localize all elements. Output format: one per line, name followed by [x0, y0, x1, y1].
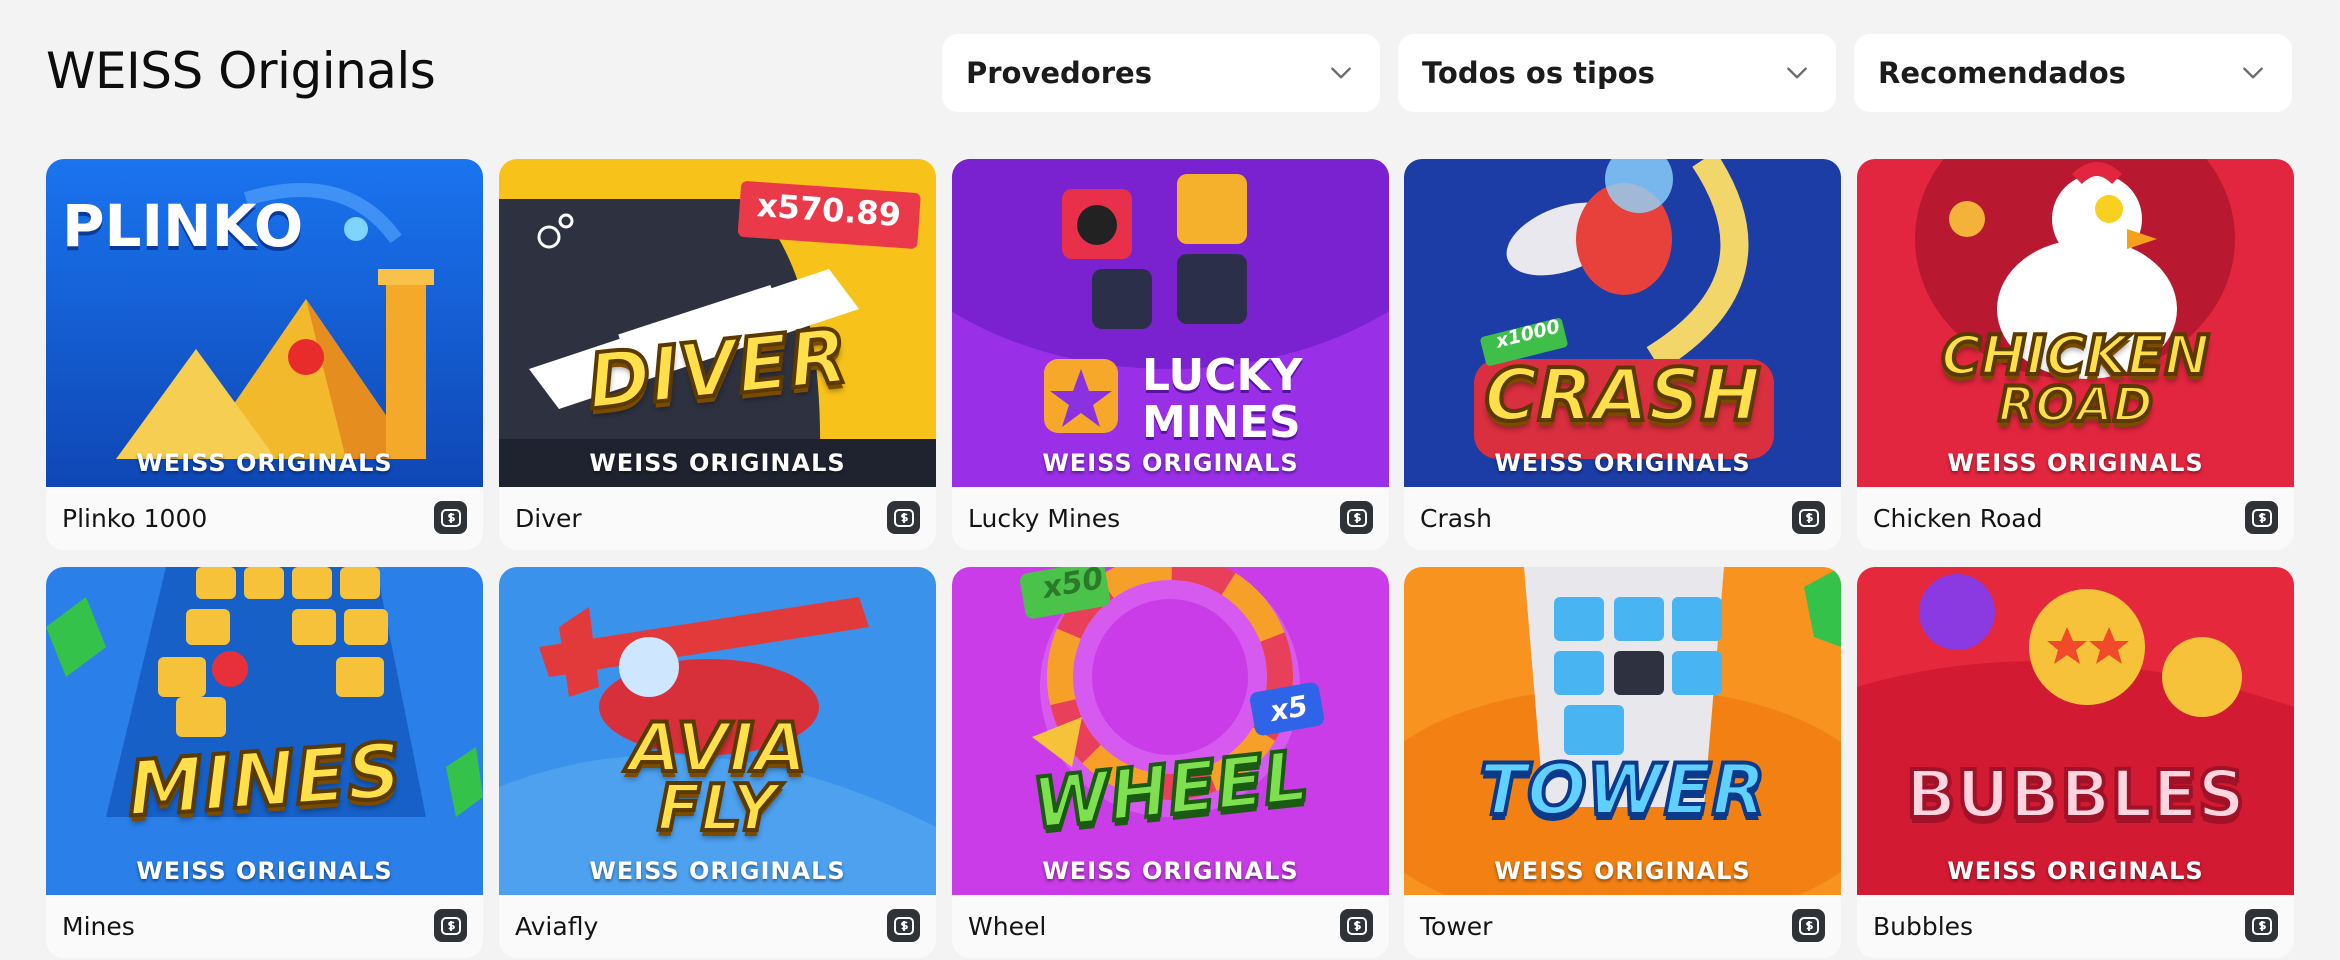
chevron-down-icon — [1331, 67, 1351, 79]
game-card-tower[interactable]: TOWER WEISS ORIGINALS Tower — [1404, 567, 1841, 958]
providers-dropdown[interactable]: Provedores — [942, 34, 1380, 112]
sort-dropdown[interactable]: Recomendados — [1854, 34, 2292, 112]
game-brand-label: WEISS ORIGINALS — [589, 449, 846, 477]
game-name: Mines — [62, 912, 135, 941]
game-thumbnail[interactable]: x50 x5 WHEEL WEISS ORIGINALS — [952, 567, 1389, 895]
game-name: Crash — [1420, 504, 1492, 533]
game-caption: Crash — [1404, 487, 1841, 550]
game-caption: Bubbles — [1857, 895, 2294, 958]
game-art-title-line2: MINES — [1142, 397, 1301, 448]
game-thumbnail[interactable]: TOWER WEISS ORIGINALS — [1404, 567, 1841, 895]
game-art-title-line1: LUCKY — [1142, 350, 1303, 401]
game-thumbnail[interactable]: CHICKEN ROAD WEISS ORIGINALS — [1857, 159, 2294, 487]
types-dropdown[interactable]: Todos os tipos — [1398, 34, 1836, 112]
currency-icon — [1792, 909, 1825, 942]
chevron-down-icon — [1787, 67, 1807, 79]
game-card-bubbles[interactable]: BUBBLES WEISS ORIGINALS Bubbles — [1857, 567, 2294, 958]
game-card-lucky-mines[interactable]: LUCKY MINES WEISS ORIGINALS Lucky Mines — [952, 159, 1389, 550]
game-card-diver[interactable]: x570.89 DIVER WEISS ORIGINALS Diver — [499, 159, 936, 550]
game-art-title-line1: CHICKEN — [1939, 324, 2211, 387]
game-name: Lucky Mines — [968, 504, 1121, 533]
page-header: WEISS Originals Provedores Todos os tipo… — [0, 0, 2340, 150]
game-brand-label: WEISS ORIGINALS — [1042, 449, 1299, 477]
providers-dropdown-label: Provedores — [966, 56, 1152, 90]
game-thumbnail[interactable]: AVIA FLY WEISS ORIGINALS — [499, 567, 936, 895]
game-brand-label: WEISS ORIGINALS — [1494, 857, 1751, 885]
game-art-title-line2: FLY — [655, 772, 780, 846]
page-title: WEISS Originals — [46, 42, 436, 100]
types-dropdown-label: Todos os tipos — [1422, 56, 1655, 90]
game-thumbnail[interactable]: LUCKY MINES WEISS ORIGINALS — [952, 159, 1389, 487]
game-art-title: TOWER — [1477, 749, 1767, 831]
currency-icon — [2245, 909, 2278, 942]
game-thumbnail[interactable]: x570.89 DIVER WEISS ORIGINALS — [499, 159, 936, 487]
game-caption: Wheel — [952, 895, 1389, 958]
game-name: Bubbles — [1873, 912, 1974, 941]
currency-icon — [1792, 501, 1825, 534]
currency-icon — [434, 909, 467, 942]
game-caption: Diver — [499, 487, 936, 550]
game-art-title: CRASH — [1482, 353, 1762, 437]
game-card-wheel[interactable]: x50 x5 WHEEL WEISS ORIGINALS Wheel — [952, 567, 1389, 958]
game-name: Plinko 1000 — [62, 504, 208, 533]
game-card-aviafly[interactable]: AVIA FLY WEISS ORIGINALS Aviafly — [499, 567, 936, 958]
game-caption: Plinko 1000 — [46, 487, 483, 550]
game-brand-label: WEISS ORIGINALS — [1494, 449, 1751, 477]
game-caption: Lucky Mines — [952, 487, 1389, 550]
game-art-title-line2: ROAD — [1996, 377, 2155, 433]
game-caption: Mines — [46, 895, 483, 958]
game-card-mines[interactable]: MINES WEISS ORIGINALS Mines — [46, 567, 483, 958]
game-caption: Chicken Road — [1857, 487, 2294, 550]
currency-icon — [887, 501, 920, 534]
game-card-plinko-1000[interactable]: PLINKO WEISS ORIGINALS Plinko 1000 — [46, 159, 483, 550]
game-brand-label: WEISS ORIGINALS — [1947, 449, 2204, 477]
currency-icon — [1340, 501, 1373, 534]
game-name: Tower — [1420, 912, 1493, 941]
game-art-title: BUBBLES — [1904, 756, 2247, 833]
sort-dropdown-label: Recomendados — [1878, 56, 2126, 90]
currency-icon — [1340, 909, 1373, 942]
game-art-title: PLINKO — [62, 192, 304, 260]
game-brand-label: WEISS ORIGINALS — [1947, 857, 2204, 885]
game-brand-label: WEISS ORIGINALS — [1042, 857, 1299, 885]
game-brand-label: WEISS ORIGINALS — [589, 857, 846, 885]
game-name: Diver — [515, 504, 582, 533]
game-thumbnail[interactable]: MINES WEISS ORIGINALS — [46, 567, 483, 895]
game-thumbnail[interactable]: PLINKO WEISS ORIGINALS — [46, 159, 483, 487]
currency-icon — [434, 501, 467, 534]
game-card-crash[interactable]: x1000 CRASH WEISS ORIGINALS Crash — [1404, 159, 1841, 550]
chevron-down-icon — [2243, 67, 2263, 79]
game-name: Wheel — [968, 912, 1047, 941]
game-thumbnail[interactable]: x1000 CRASH WEISS ORIGINALS — [1404, 159, 1841, 487]
game-name: Aviafly — [515, 912, 599, 941]
game-brand-label: WEISS ORIGINALS — [136, 449, 393, 477]
game-name: Chicken Road — [1873, 504, 2043, 533]
game-thumbnail[interactable]: BUBBLES WEISS ORIGINALS — [1857, 567, 2294, 895]
game-caption: Tower — [1404, 895, 1841, 958]
game-caption: Aviafly — [499, 895, 936, 958]
currency-icon — [2245, 501, 2278, 534]
game-brand-label: WEISS ORIGINALS — [136, 857, 393, 885]
game-card-chicken-road[interactable]: CHICKEN ROAD WEISS ORIGINALS Chicken Roa… — [1857, 159, 2294, 550]
currency-icon — [887, 909, 920, 942]
